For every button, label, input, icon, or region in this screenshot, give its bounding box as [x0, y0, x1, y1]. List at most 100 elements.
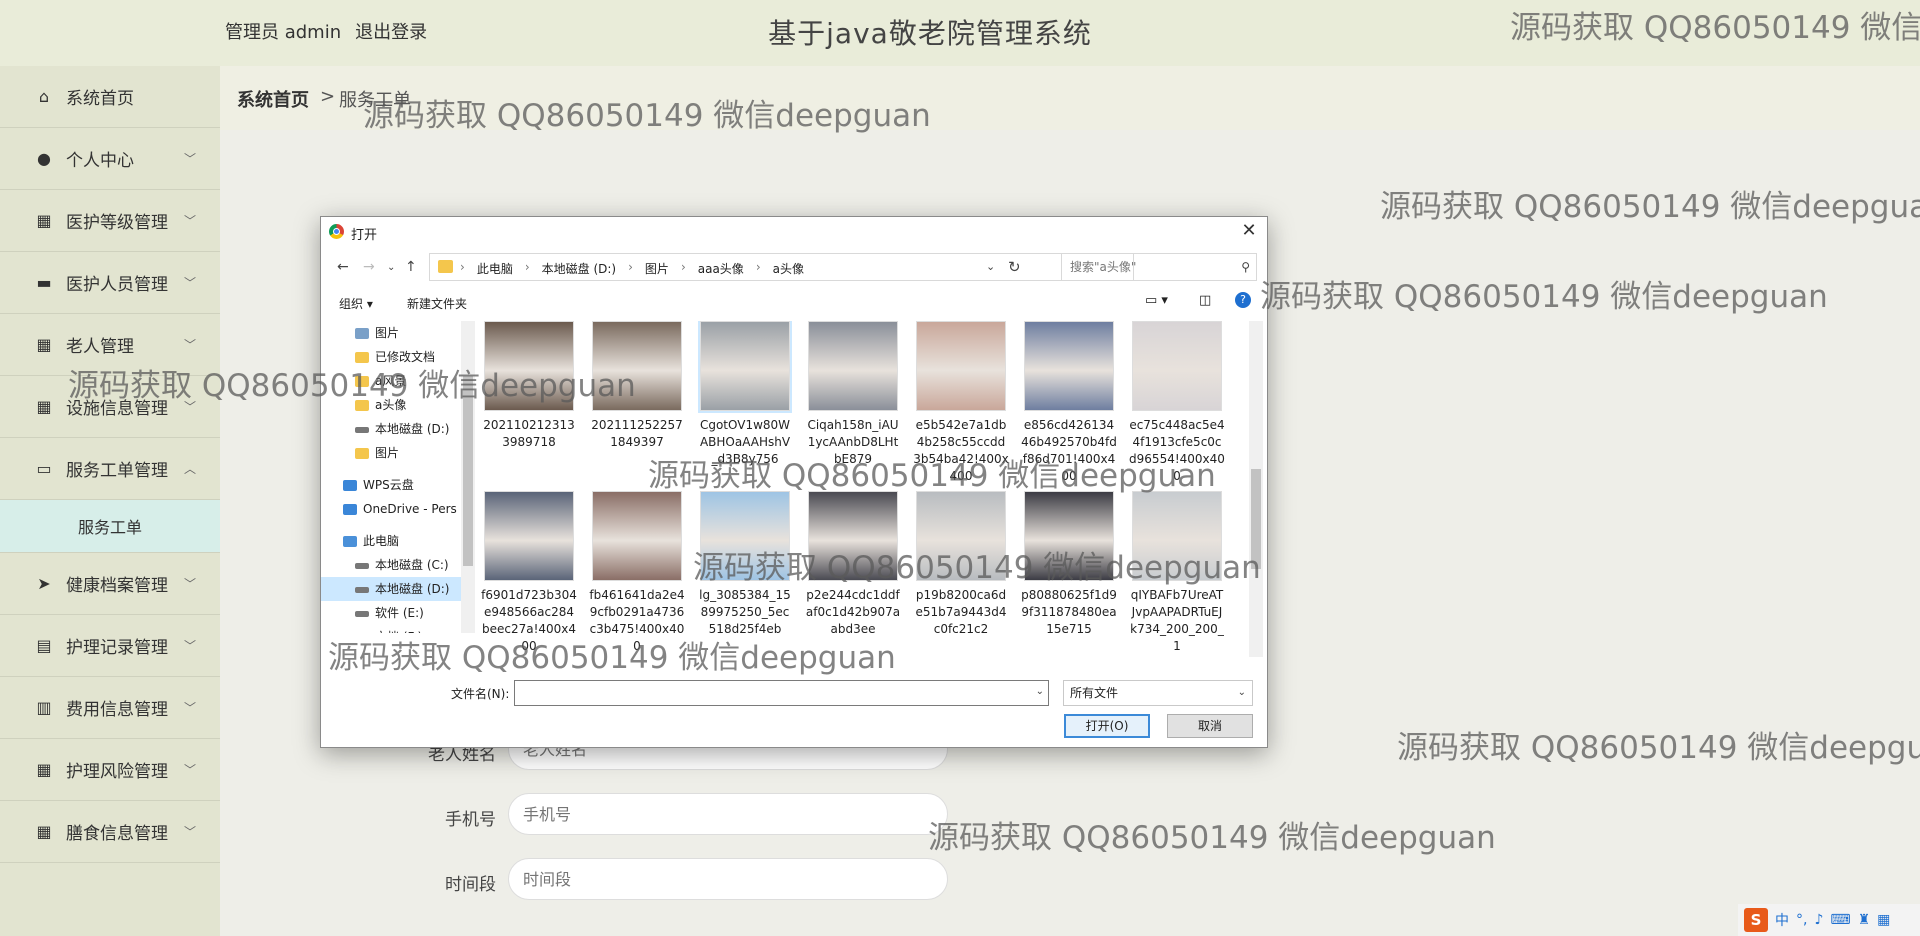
nav-pane-item[interactable]: a头像	[321, 393, 461, 417]
file-item[interactable]: lg_3085384_1589975250_5ec518d25f4eb	[697, 491, 793, 638]
preview-pane-icon[interactable]: ◫	[1199, 293, 1211, 308]
path-segment[interactable]: aaa头像	[698, 260, 744, 277]
dialog-close-button[interactable]: ✕	[1237, 219, 1261, 243]
chevron-up-icon: ︿	[183, 462, 196, 476]
file-scrollbar[interactable]	[1249, 321, 1263, 657]
nav-pane-item[interactable]: 已修改文档	[321, 345, 461, 369]
help-icon[interactable]: ?	[1235, 292, 1251, 308]
folder-icon	[355, 448, 369, 459]
chinese-mode-icon[interactable]: 中	[1775, 910, 1789, 930]
nav-scrollbar[interactable]	[461, 321, 475, 633]
file-name: lg_3085384_1589975250_5ec518d25f4eb	[699, 588, 791, 636]
path-segment[interactable]: 本地磁盘 (D:)	[542, 260, 616, 277]
file-item[interactable]: ec75c448ac5e44f1913cfe5c0cd96554!400x400	[1129, 321, 1225, 485]
watermark: 源码获取 QQ86050149 微信deepguan	[928, 820, 1496, 856]
file-item[interactable]: e856cd42613446b492570b4fdf86d701!400x400	[1021, 321, 1117, 485]
punctuation-icon[interactable]: °,	[1796, 912, 1807, 928]
filetype-value: 所有文件	[1070, 686, 1119, 700]
address-dropdown-icon[interactable]: ⌄	[986, 260, 995, 273]
sidebar-item[interactable]: ⌂ 系统首页	[0, 66, 220, 128]
folder-icon	[355, 352, 369, 363]
nav-pane-item[interactable]: 本地磁盘 (C:)	[321, 553, 461, 577]
file-item[interactable]: f6901d723b304e948566ac284beec27a!400x400	[481, 491, 577, 655]
file-item[interactable]: qIYBAFb7UreATJvpAAPADRTuEJk734_200_200_1	[1129, 491, 1225, 655]
back-arrow-icon[interactable]: ←	[337, 259, 349, 275]
phone-input[interactable]	[508, 793, 948, 835]
sidebar-item[interactable]: ● 个人中心 ﹀	[0, 128, 220, 190]
sidebar-item[interactable]: ▦ 设施信息管理 ﹀	[0, 376, 220, 438]
chevron-down-icon: ﹀	[183, 763, 196, 777]
view-options-icon[interactable]: ▭ ▾	[1145, 293, 1168, 308]
image-thumbnail	[1024, 321, 1114, 411]
sidebar-item-label: 医护等级管理	[66, 213, 168, 233]
up-arrow-icon[interactable]: ↑	[405, 259, 417, 275]
nav-pane-item[interactable]: 软件 (E:)	[321, 601, 461, 625]
filename-dropdown-icon[interactable]: ⌄	[1036, 686, 1044, 697]
file-item[interactable]: e5b542e7a1db4b258c55ccdd3b54ba42!400x400	[913, 321, 1009, 485]
chart-icon: ▤	[36, 636, 52, 655]
address-bar[interactable]: › 此电脑 › 本地磁盘 (D:) › 图片 › aaa头像 › a头像 ⌄ ↻	[429, 253, 1134, 281]
chevron-down-icon: ﹀	[183, 152, 196, 166]
image-thumbnail	[808, 491, 898, 581]
search-box[interactable]: 搜索"a头像" ⚲	[1061, 253, 1257, 281]
file-item[interactable]: 2021102123133989718	[481, 321, 577, 451]
sogou-icon[interactable]: S	[1744, 908, 1768, 932]
file-item[interactable]: Ciqah158n_iAU1ycAAnbD8LHtbE879	[805, 321, 901, 468]
nav-pane-item[interactable]: 此电脑	[321, 529, 461, 553]
path-segment[interactable]: a头像	[773, 260, 804, 277]
sidebar-item[interactable]: ▭ 服务工单管理 ︿	[0, 438, 220, 500]
path-segment[interactable]: 图片	[645, 260, 669, 277]
keyboard-icon[interactable]: ⌨	[1830, 912, 1850, 928]
file-item[interactable]: 2021112522571849397	[589, 321, 685, 451]
new-folder-button[interactable]: 新建文件夹	[407, 295, 467, 312]
nav-pane-item[interactable]: OneDrive - Pers	[321, 497, 461, 521]
breadcrumb: 系统首页 > 服务工单	[220, 66, 1920, 130]
sidebar-item-label: 医护人员管理	[66, 275, 168, 295]
file-item[interactable]: p80880625f1d99f311878480ea15e715	[1021, 491, 1117, 638]
nav-pane-label: 文档 (F:)	[375, 630, 422, 633]
file-name: qIYBAFb7UreATJvpAAPADRTuEJk734_200_200_1	[1130, 588, 1224, 653]
forward-arrow-icon[interactable]: →	[363, 259, 375, 275]
filetype-select[interactable]: 所有文件 ⌄	[1063, 680, 1253, 706]
sidebar-item[interactable]: ▦ 老人管理 ﹀	[0, 314, 220, 376]
sidebar-item[interactable]: ▤ 护理记录管理 ﹀	[0, 615, 220, 677]
drive-icon	[355, 586, 369, 593]
sidebar-item[interactable]: ▬ 医护人员管理 ﹀	[0, 252, 220, 314]
send-icon: ➤	[37, 574, 51, 593]
sidebar-item-label: 设施信息管理	[66, 399, 168, 419]
path-segment[interactable]: 此电脑	[477, 260, 513, 277]
skin-icon[interactable]: ♜	[1858, 912, 1871, 928]
toolbox-icon[interactable]: ▦	[1877, 912, 1890, 928]
file-item[interactable]: p2e244cdc1ddfaf0c1d42b907aabd3ee	[805, 491, 901, 638]
nav-pane-item[interactable]: a风景	[321, 369, 461, 393]
breadcrumb-home[interactable]: 系统首页	[237, 86, 309, 112]
recent-dropdown-icon[interactable]: ⌄	[387, 262, 395, 273]
open-button[interactable]: 打开(O)	[1064, 714, 1150, 738]
filename-input[interactable]: ⌄	[514, 680, 1049, 706]
dialog-title: 打开	[351, 228, 378, 243]
file-item[interactable]: CgotOV1w80WABHOaAAHshV_d3B8y756	[697, 321, 793, 468]
sidebar-item[interactable]: ▦ 膳食信息管理 ﹀	[0, 801, 220, 863]
file-name: p80880625f1d99f311878480ea15e715	[1021, 588, 1117, 636]
file-item[interactable]: p19b8200ca6de51b7a9443d4c0fc21c2	[913, 491, 1009, 638]
cancel-button[interactable]: 取消	[1167, 714, 1253, 738]
time-slot-input[interactable]	[508, 858, 948, 900]
sidebar-item[interactable]: ▦ 护理风险管理 ﹀	[0, 739, 220, 801]
nav-pane-item[interactable]: 本地磁盘 (D:)	[321, 577, 461, 601]
sidebar-item[interactable]: ▥ 费用信息管理 ﹀	[0, 677, 220, 739]
microphone-icon[interactable]: ♪	[1814, 912, 1823, 928]
nav-pane-item[interactable]: 图片	[321, 441, 461, 465]
organize-menu[interactable]: 组织 ▾	[339, 295, 373, 312]
sidebar-item[interactable]: ➤ 健康档案管理 ﹀	[0, 553, 220, 615]
file-item[interactable]: fb461641da2e49cfb0291a4736c3b475!400x400	[589, 491, 685, 655]
nav-pane-item[interactable]: 图片	[321, 321, 461, 345]
chevron-down-icon: ﹀	[183, 639, 196, 653]
sidebar-item[interactable]: ▦ 医护等级管理 ﹀	[0, 190, 220, 252]
nav-pane-item[interactable]: 文档 (F:)	[321, 625, 461, 633]
nav-pane-item[interactable]: WPS云盘	[321, 473, 461, 497]
sidebar-subitem-service-order[interactable]: 服务工单	[0, 500, 220, 553]
nav-pane-item[interactable]: 本地磁盘 (D:)	[321, 417, 461, 441]
refresh-icon[interactable]: ↻	[1008, 258, 1021, 276]
nav-pane-label: 本地磁盘 (C:)	[375, 558, 449, 572]
breadcrumb-separator: >	[320, 86, 336, 107]
